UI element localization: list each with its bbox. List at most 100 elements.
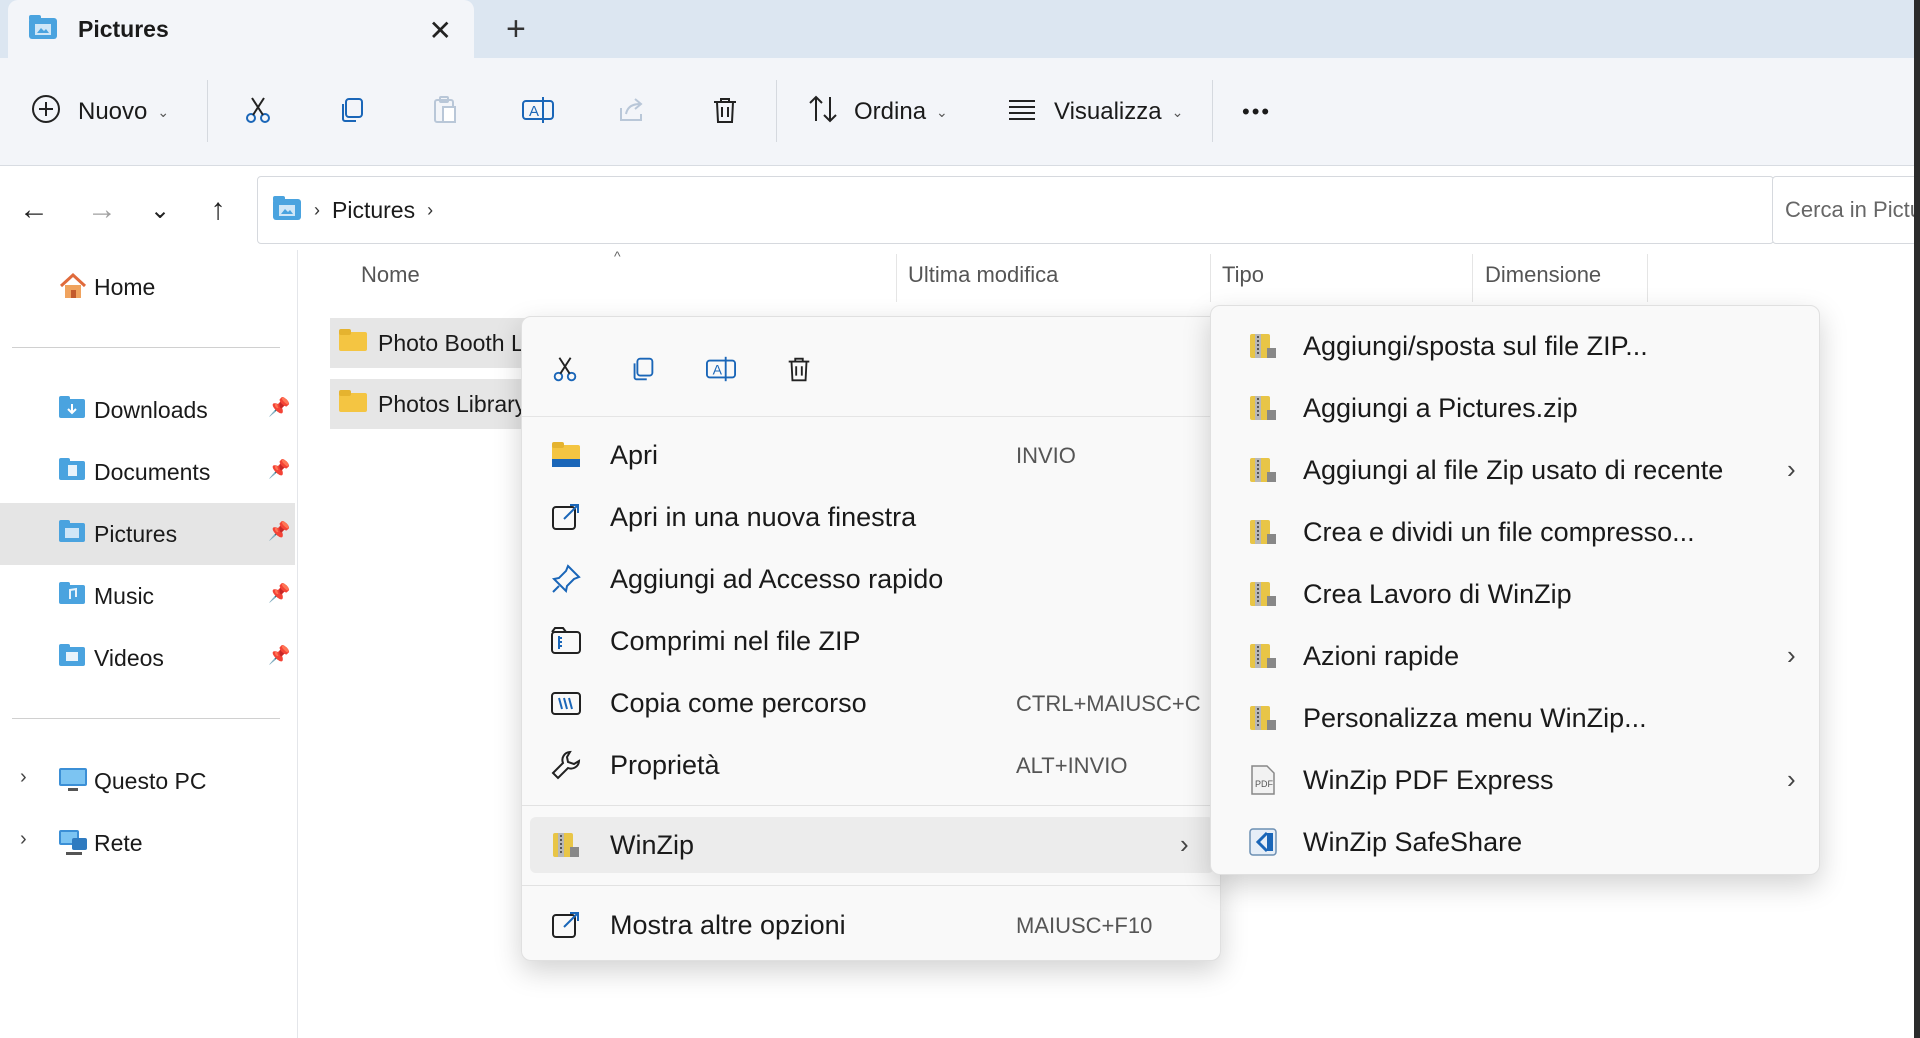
column-type[interactable]: Tipo (1222, 262, 1264, 288)
sidebar-item-this-pc[interactable]: › Questo PC (0, 750, 295, 812)
new-tab-button[interactable]: + (506, 10, 526, 49)
cut-button[interactable] (234, 88, 282, 136)
column-name[interactable]: Nome (361, 262, 420, 288)
pin-icon[interactable]: 📌 (268, 521, 290, 542)
search-input[interactable]: Cerca in Pictures (1772, 176, 1920, 244)
sidebar-item-home[interactable]: Home (0, 256, 295, 318)
menu-item-quick-access[interactable]: Aggiungi ad Accesso rapido (530, 551, 1214, 607)
submenu-item-label: Personalizza menu WinZip... (1303, 703, 1647, 733)
navigation-bar: ← → ⌄ ↑ › Pictures › ⌄ ↻ Cerca in Pictur… (0, 166, 1920, 250)
submenu-item-label: WinZip PDF Express (1303, 765, 1554, 795)
share-button[interactable] (608, 88, 656, 136)
cut-button[interactable] (545, 351, 585, 391)
submenu-item-quick-actions[interactable]: Azioni rapide › (1219, 628, 1813, 684)
chevron-right-icon[interactable]: › (20, 766, 27, 789)
menu-item-open-new-window[interactable]: Apri in una nuova finestra (530, 489, 1214, 545)
chevron-right-icon: › (1787, 454, 1796, 484)
address-bar[interactable]: › Pictures › ⌄ ↻ (257, 176, 1916, 244)
column-separator[interactable] (1210, 254, 1211, 302)
context-menu-toolbar: A (522, 317, 1220, 417)
column-size[interactable]: Dimensione (1485, 262, 1601, 288)
file-row[interactable]: Photo Booth Library (330, 318, 530, 368)
column-date-modified[interactable]: Ultima modifica (908, 262, 1058, 288)
column-separator[interactable] (1647, 254, 1648, 302)
forward-arrow-icon[interactable]: → (82, 190, 122, 230)
column-separator[interactable] (896, 254, 897, 302)
sidebar-item-music[interactable]: Music 📌 (0, 565, 295, 627)
pdf-icon: PDF (1247, 764, 1279, 803)
svg-text:PDF: PDF (1255, 779, 1274, 789)
network-icon (58, 828, 88, 862)
file-row[interactable]: Photos Library (330, 379, 530, 429)
chevron-down-icon: ⌄ (157, 103, 170, 120)
chevron-right-icon[interactable]: › (20, 828, 27, 851)
navigation-pane: Home Downloads 📌 Documents 📌 Pictures 📌 … (0, 250, 298, 1038)
pictures-folder-icon (272, 195, 302, 226)
submenu-item-split-zip[interactable]: Crea e dividi un file compresso... (1219, 504, 1813, 560)
submenu-item-create-job[interactable]: Crea Lavoro di WinZip (1219, 566, 1813, 622)
tab-pictures[interactable]: Pictures ✕ (8, 0, 474, 58)
menu-item-open[interactable]: Apri INVIO (530, 427, 1214, 483)
menu-item-winzip[interactable]: WinZip › (530, 817, 1214, 873)
rename-icon: A (705, 354, 737, 389)
winzip-icon (1247, 516, 1279, 555)
submenu-item-add-move-zip[interactable]: Aggiungi/sposta sul file ZIP... (1219, 318, 1813, 374)
close-tab-icon[interactable]: ✕ (429, 14, 452, 47)
documents-folder-icon (58, 457, 86, 487)
pin-icon[interactable]: 📌 (268, 645, 290, 666)
delete-button[interactable] (701, 88, 749, 136)
pin-icon[interactable]: 📌 (268, 397, 290, 418)
sidebar-item-label: Home (94, 274, 156, 300)
copy-button[interactable] (328, 88, 376, 136)
menu-item-properties[interactable]: Proprietà ALT+INVIO (530, 737, 1214, 793)
folder-icon (338, 328, 368, 358)
submenu-item-pdf-express[interactable]: PDF WinZip PDF Express › (1219, 752, 1813, 808)
back-arrow-icon[interactable]: ← (14, 190, 54, 230)
sidebar-item-documents[interactable]: Documents 📌 (0, 441, 295, 503)
view-button[interactable]: Visualizza ⌄ (1006, 88, 1183, 136)
sidebar-item-label: Rete (94, 830, 143, 856)
column-separator[interactable] (1472, 254, 1473, 302)
more-options-button[interactable]: ••• (1242, 88, 1271, 136)
divider (1212, 80, 1213, 142)
new-button[interactable]: Nuovo ⌄ (30, 88, 169, 136)
menu-item-label: WinZip (610, 830, 695, 860)
winzip-icon (1247, 454, 1279, 493)
pictures-folder-icon (28, 14, 58, 45)
submenu-item-add-recent-zip[interactable]: Aggiungi al file Zip usato di recente › (1219, 442, 1813, 498)
paste-button[interactable] (421, 88, 469, 136)
open-new-window-icon (550, 501, 582, 533)
menu-item-copy-path[interactable]: Copia come percorso CTRL+MAIUSC+C (530, 675, 1214, 731)
winzip-submenu: Aggiungi/sposta sul file ZIP... Aggiungi… (1210, 305, 1820, 875)
submenu-item-customize-menu[interactable]: Personalizza menu WinZip... (1219, 690, 1813, 746)
sidebar-item-pictures[interactable]: Pictures 📌 (0, 503, 295, 565)
winzip-icon (1247, 392, 1279, 431)
command-bar: Nuovo ⌄ A Ordina ⌄ Visualizza ⌄ ••• (0, 58, 1920, 166)
sidebar-item-network[interactable]: › Rete (0, 812, 295, 874)
up-arrow-icon[interactable]: ↑ (198, 190, 238, 230)
breadcrumb-pictures[interactable]: Pictures (332, 197, 415, 224)
menu-item-compress-zip[interactable]: Comprimi nel file ZIP (530, 613, 1214, 669)
breadcrumb-separator-icon[interactable]: › (427, 200, 433, 221)
submenu-item-add-to-pictures-zip[interactable]: Aggiungi a Pictures.zip (1219, 380, 1813, 436)
pin-icon[interactable]: 📌 (268, 583, 290, 604)
copy-button[interactable] (623, 351, 663, 391)
recent-locations-chevron-icon[interactable]: ⌄ (140, 190, 180, 230)
copy-icon (628, 354, 658, 389)
menu-item-show-more-options[interactable]: Mostra altre opzioni MAIUSC+F10 (530, 897, 1214, 953)
menu-item-label: Apri in una nuova finestra (610, 502, 917, 532)
context-menu: A Apri INVIO Apri in una nuova finestra … (521, 316, 1221, 961)
sort-button[interactable]: Ordina ⌄ (806, 88, 948, 136)
pin-icon[interactable]: 📌 (268, 459, 290, 480)
menu-item-label: Comprimi nel file ZIP (610, 626, 861, 656)
sort-icon (806, 93, 840, 132)
sidebar-item-label: Documents (94, 459, 211, 485)
rename-button[interactable]: A (514, 88, 562, 136)
winzip-icon (1247, 640, 1279, 679)
rename-button[interactable]: A (701, 351, 741, 391)
svg-text:A: A (529, 103, 539, 120)
submenu-item-safeshare[interactable]: WinZip SafeShare (1219, 814, 1813, 870)
delete-button[interactable] (779, 351, 819, 391)
sidebar-item-videos[interactable]: Videos 📌 (0, 627, 295, 689)
sidebar-item-downloads[interactable]: Downloads 📌 (0, 379, 295, 441)
